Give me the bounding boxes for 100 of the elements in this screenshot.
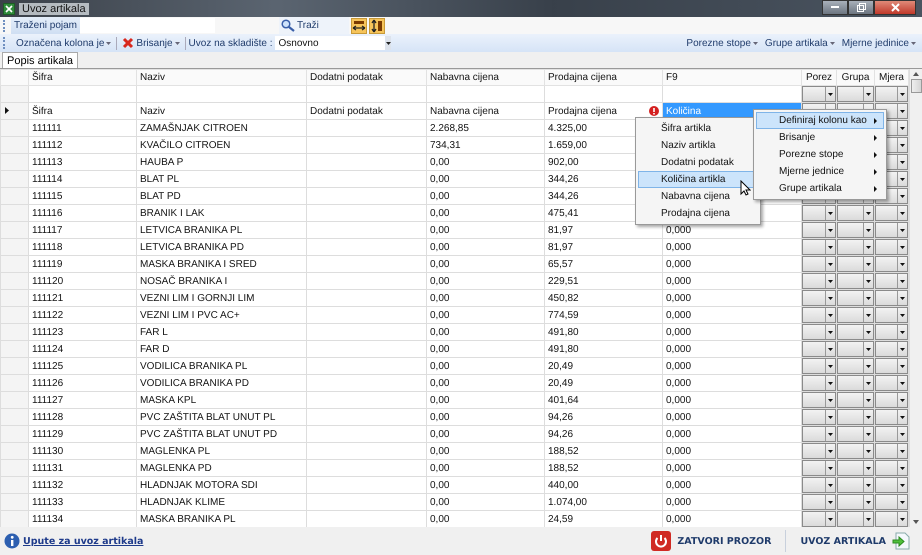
- column-header[interactable]: Dodatni podatak: [306, 70, 426, 86]
- minimize-button[interactable]: [822, 0, 848, 15]
- menu-item[interactable]: Porezne stope: [756, 146, 884, 163]
- row-dropdown[interactable]: [802, 222, 836, 238]
- row-dropdown[interactable]: [837, 307, 874, 324]
- row-dropdown[interactable]: [875, 307, 908, 324]
- filter-dropdown[interactable]: [802, 86, 836, 102]
- row-dropdown[interactable]: [837, 443, 874, 460]
- row-dropdown[interactable]: [875, 443, 908, 460]
- row-dropdown[interactable]: [802, 324, 836, 340]
- column-header[interactable]: Porez: [802, 70, 836, 86]
- row-dropdown[interactable]: [837, 341, 874, 358]
- row-dropdown[interactable]: [875, 477, 908, 494]
- row-dropdown[interactable]: [802, 443, 836, 460]
- row-dropdown[interactable]: [837, 409, 874, 426]
- row-dropdown[interactable]: [837, 477, 874, 494]
- row-dropdown[interactable]: [802, 477, 836, 494]
- toolbar-menu[interactable]: Porezne stope: [684, 38, 760, 48]
- row-dropdown[interactable]: [802, 409, 836, 426]
- row-dropdown[interactable]: [802, 205, 836, 222]
- tab[interactable]: Popis artikala: [2, 52, 78, 68]
- menu-item[interactable]: Grupe artikala: [756, 180, 884, 197]
- import-button[interactable]: UVOZ ARTIKALA: [794, 531, 916, 551]
- caret-icon: [900, 314, 905, 317]
- scrollbar[interactable]: [909, 69, 922, 527]
- help-link-text[interactable]: Upute za uvoz artikala: [23, 536, 144, 546]
- row-dropdown[interactable]: [875, 409, 908, 426]
- scroll-thumb[interactable]: [910, 79, 922, 93]
- row-dropdown[interactable]: [837, 392, 874, 408]
- column-header[interactable]: Nabavna cijena: [426, 70, 544, 86]
- caret-icon: [900, 280, 905, 283]
- row-dropdown[interactable]: [837, 239, 874, 256]
- row-dropdown[interactable]: [837, 358, 874, 374]
- row-dropdown[interactable]: [875, 375, 908, 392]
- column-header[interactable]: Prodajna cijena: [544, 70, 662, 86]
- row-dropdown[interactable]: [802, 494, 836, 510]
- help-link[interactable]: Upute za uvoz artikala: [4, 533, 144, 549]
- row-dropdown[interactable]: [875, 426, 908, 442]
- menu-item[interactable]: Definiraj kolonu kao: [756, 112, 884, 129]
- row-dropdown[interactable]: [875, 290, 908, 306]
- row-dropdown[interactable]: [837, 290, 874, 306]
- row-dropdown[interactable]: [875, 358, 908, 374]
- close-button[interactable]: [874, 0, 916, 15]
- column-header[interactable]: Šifra: [28, 70, 136, 86]
- row-dropdown[interactable]: [837, 256, 874, 272]
- row-dropdown[interactable]: [802, 392, 836, 408]
- filter-dropdown[interactable]: [837, 86, 874, 102]
- row-dropdown[interactable]: [802, 426, 836, 442]
- row-dropdown[interactable]: [875, 494, 908, 510]
- row-dropdown[interactable]: [802, 290, 836, 306]
- table-cell: BRANIK I LAK: [136, 204, 306, 222]
- row-dropdown[interactable]: [875, 273, 908, 290]
- row-dropdown[interactable]: [802, 273, 836, 290]
- caret-icon: [866, 500, 871, 504]
- row-dropdown[interactable]: [875, 324, 908, 340]
- column-header[interactable]: F9: [662, 70, 802, 86]
- row-dropdown[interactable]: [837, 426, 874, 442]
- row-dropdown[interactable]: [802, 239, 836, 256]
- maximize-button[interactable]: [848, 0, 874, 15]
- row-dropdown[interactable]: [837, 511, 874, 527]
- column-header[interactable]: Mjera: [874, 70, 908, 86]
- row-dropdown[interactable]: [837, 222, 874, 238]
- row-dropdown[interactable]: [802, 460, 836, 476]
- row-dropdown[interactable]: [875, 239, 908, 256]
- row-dropdown[interactable]: [802, 341, 836, 358]
- row-dropdown[interactable]: [837, 273, 874, 290]
- menu-item[interactable]: Mjerne jednice: [756, 163, 884, 180]
- row-dropdown[interactable]: [802, 375, 836, 392]
- row-dropdown[interactable]: [837, 375, 874, 392]
- column-menu[interactable]: Označena kolona je: [14, 38, 114, 48]
- column-header[interactable]: Naziv: [136, 70, 306, 86]
- menu-item[interactable]: Brisanje: [756, 129, 884, 146]
- row-dropdown[interactable]: [837, 494, 874, 510]
- toolbar-menu[interactable]: Mjerne jedinice: [840, 38, 918, 48]
- auto-width-button[interactable]: [350, 18, 367, 34]
- row-dropdown[interactable]: [875, 222, 908, 238]
- column-header[interactable]: Grupa: [836, 70, 874, 86]
- row-dropdown[interactable]: [875, 511, 908, 527]
- row-dropdown[interactable]: [875, 341, 908, 358]
- search-button[interactable]: Traži: [279, 17, 349, 34]
- row-dropdown[interactable]: [802, 358, 836, 374]
- row-dropdown[interactable]: [802, 256, 836, 272]
- row-dropdown[interactable]: [837, 460, 874, 476]
- table-cell: 0,00: [426, 442, 544, 460]
- auto-height-button[interactable]: [368, 18, 385, 34]
- search-field[interactable]: [80, 18, 215, 33]
- toolbar-menu[interactable]: Grupe artikala: [762, 38, 837, 48]
- filter-dropdown[interactable]: [875, 86, 908, 102]
- row-dropdown[interactable]: [875, 392, 908, 408]
- delete-menu[interactable]: Brisanje: [120, 37, 182, 49]
- row-dropdown[interactable]: [837, 205, 874, 222]
- table-cell: MASKA KPL: [136, 392, 306, 409]
- row-dropdown[interactable]: [837, 324, 874, 340]
- row-dropdown[interactable]: [802, 511, 836, 527]
- row-dropdown[interactable]: [875, 460, 908, 476]
- row-dropdown[interactable]: [802, 307, 836, 324]
- warehouse-dropdown[interactable]: Osnovno: [275, 36, 392, 50]
- close-window-button[interactable]: ZATVORI PROZOR: [645, 530, 778, 552]
- row-dropdown[interactable]: [875, 205, 908, 222]
- row-dropdown[interactable]: [875, 256, 908, 272]
